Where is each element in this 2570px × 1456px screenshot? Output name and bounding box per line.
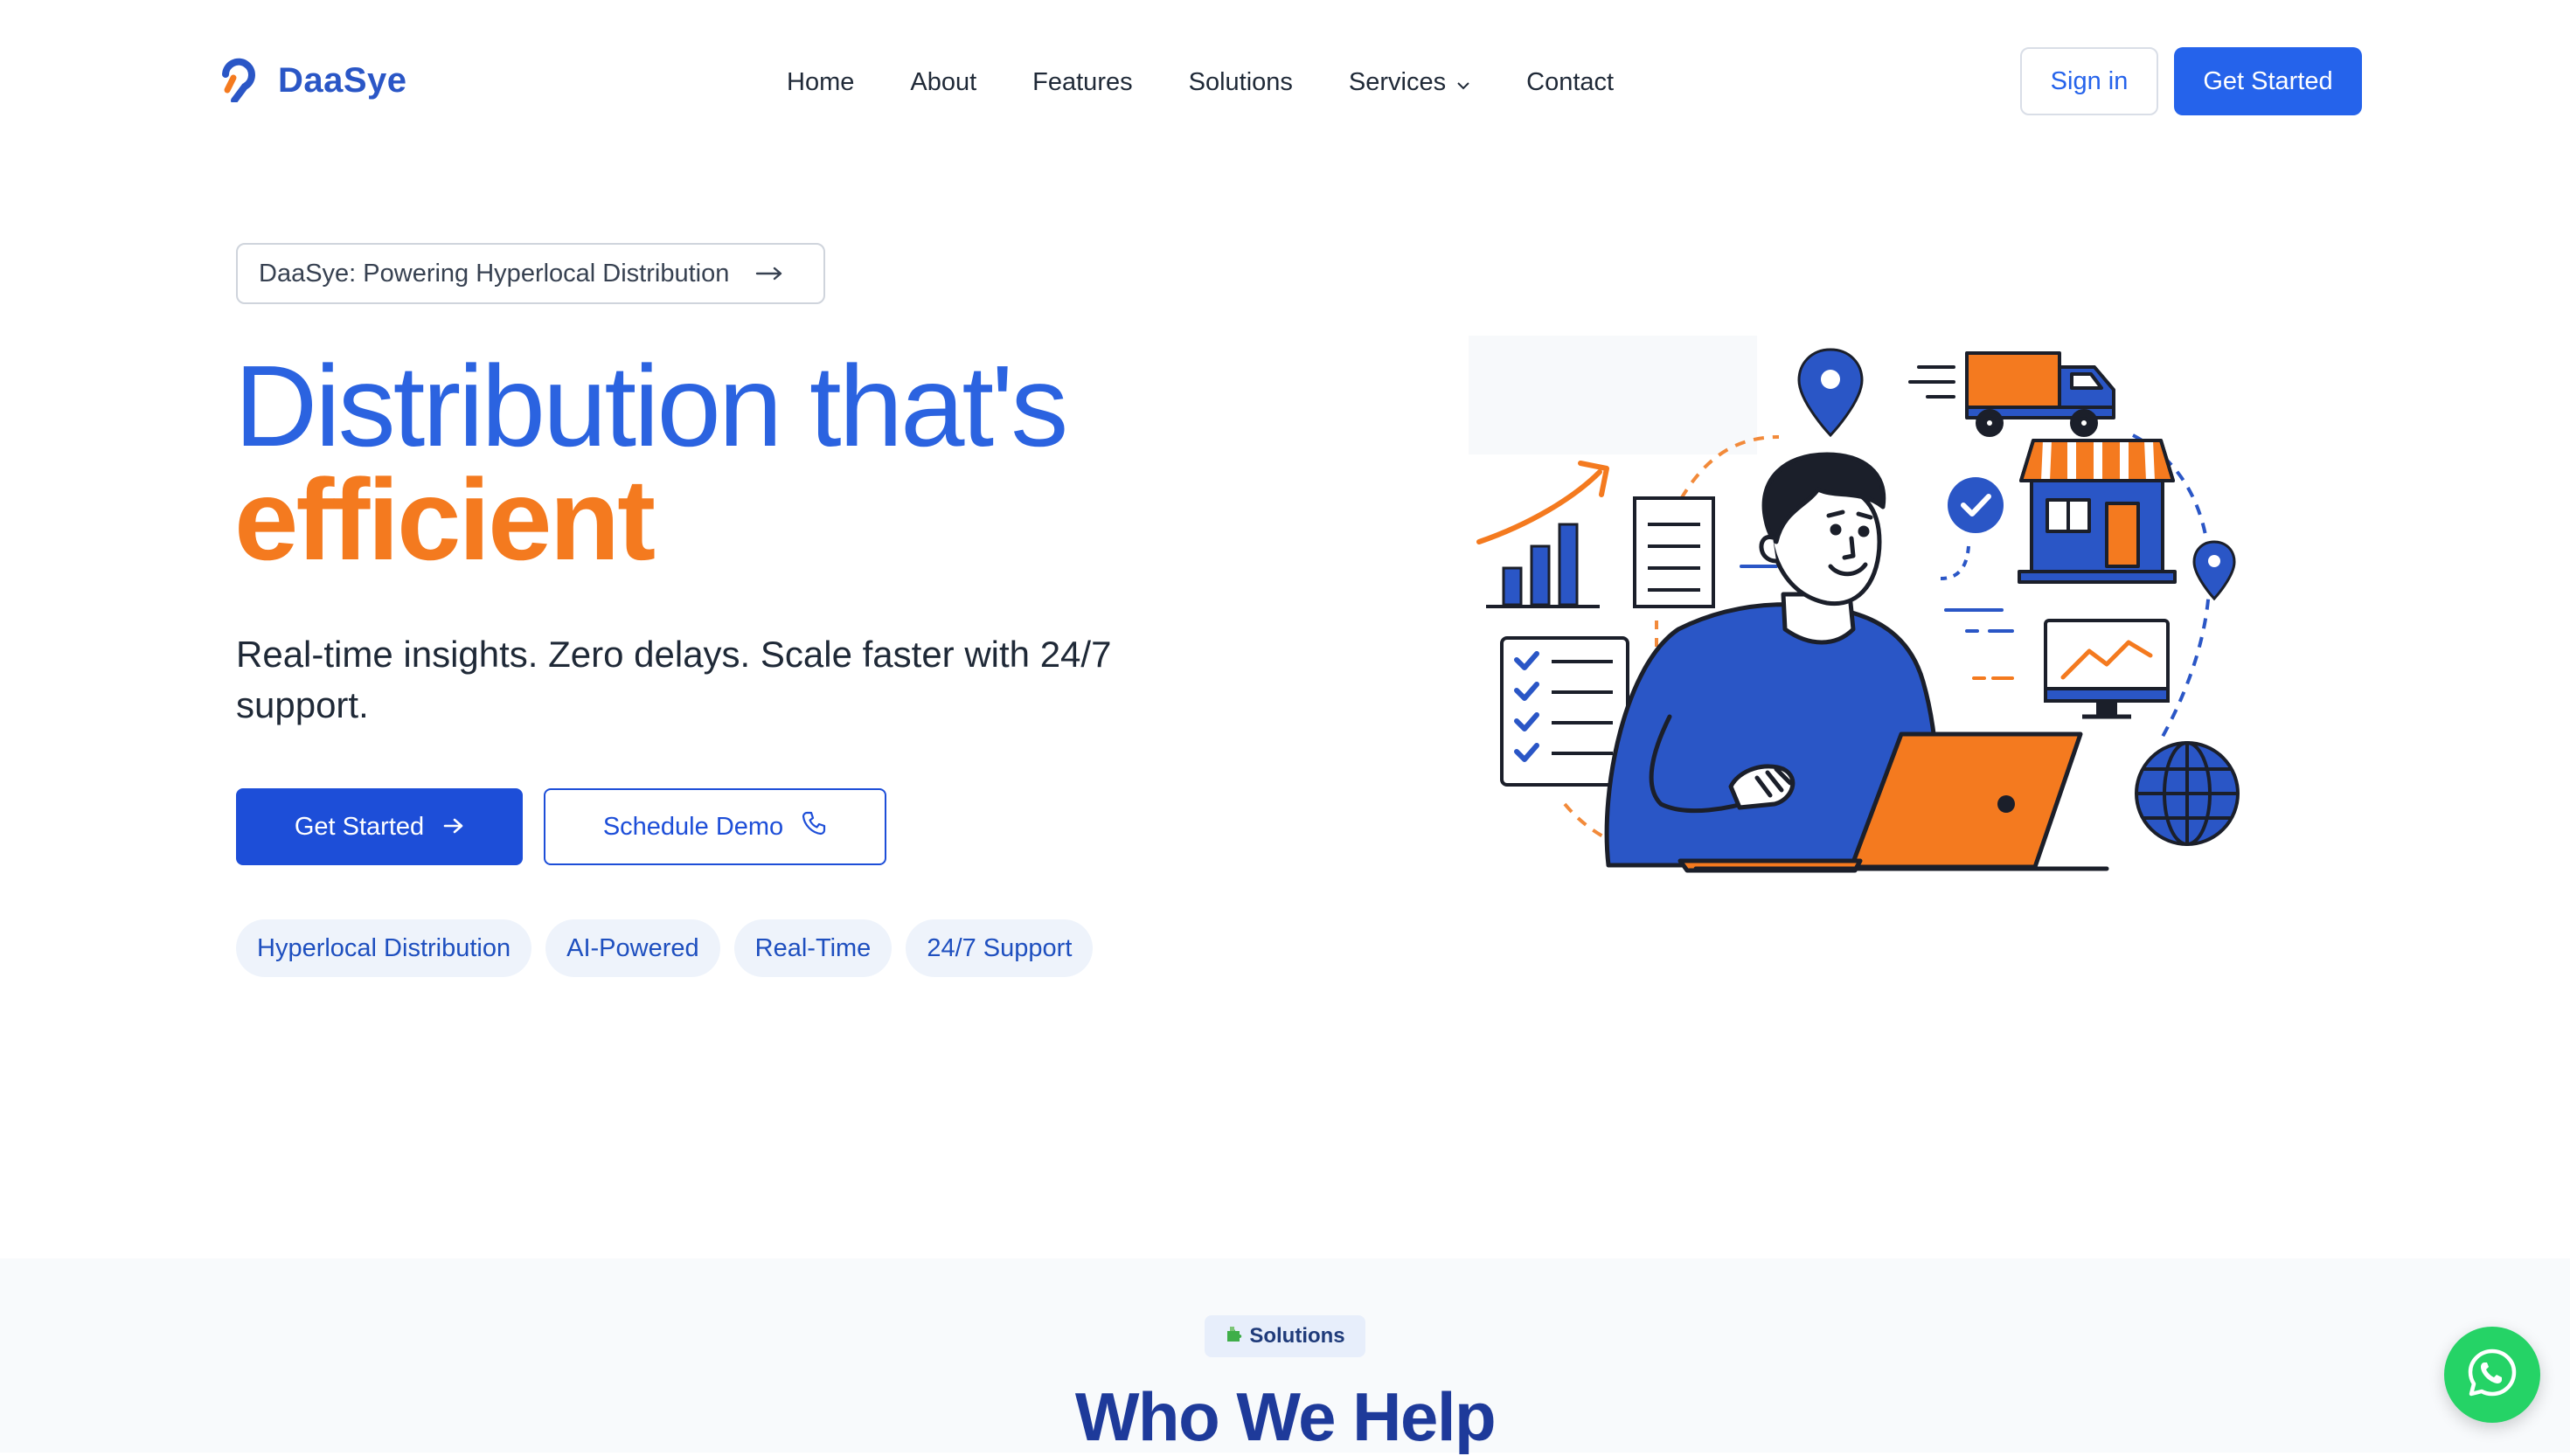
phone-icon <box>801 810 827 843</box>
schedule-demo-button[interactable]: Schedule Demo <box>544 788 886 865</box>
main-nav: Home About Features Solutions Services C… <box>787 63 1614 101</box>
hero-subtitle: Real-time insights. Zero delays. Scale f… <box>236 634 1112 725</box>
arrow-right-icon <box>443 813 464 842</box>
puzzle-icon <box>1225 1324 1244 1349</box>
hero-illustration <box>1469 332 2255 883</box>
nav-solutions[interactable]: Solutions <box>1189 68 1293 97</box>
tag-hyperlocal: Hyperlocal Distribution <box>236 919 532 977</box>
hero-title: Distribution that's efficient <box>234 349 1068 584</box>
tag-real-time: Real-Time <box>733 919 893 977</box>
tag-support: 24/7 Support <box>906 919 1094 977</box>
signin-button[interactable]: Sign in <box>2020 47 2158 115</box>
nav-services[interactable]: Services <box>1349 68 1470 97</box>
section-badge: Solutions <box>1205 1315 1365 1357</box>
hero-title-accent: efficient <box>234 455 656 584</box>
hero-tags: Hyperlocal Distribution AI-Powered Real-… <box>236 919 1094 977</box>
brand-logo[interactable]: DaaSye <box>219 54 407 107</box>
announcement-banner[interactable]: DaaSye: Powering Hyperlocal Distribution <box>236 243 825 304</box>
nav-services-label: Services <box>1348 67 1447 96</box>
whatsapp-icon <box>2465 1346 2519 1404</box>
whatsapp-button[interactable] <box>2444 1327 2540 1423</box>
announcement-text: DaaSye: Powering Hyperlocal Distribution <box>259 259 730 288</box>
tag-ai-powered: AI-Powered <box>545 919 720 977</box>
brand-name: DaaSye <box>278 60 407 100</box>
hero-get-started-button[interactable]: Get Started <box>236 788 523 865</box>
nav-home[interactable]: Home <box>787 68 854 97</box>
hero-get-started-label: Get Started <box>294 812 425 841</box>
schedule-demo-label: Schedule Demo <box>602 812 784 841</box>
hero-title-line1: Distribution that's <box>234 342 1068 470</box>
arrow-right-icon <box>755 260 783 288</box>
section-badge-label: Solutions <box>1249 1324 1345 1348</box>
nav-features[interactable]: Features <box>1032 68 1132 97</box>
logo-icon <box>219 55 255 107</box>
header-get-started-button[interactable]: Get Started <box>2174 47 2362 115</box>
nav-contact[interactable]: Contact <box>1526 68 1614 97</box>
chevron-down-icon <box>1456 68 1470 97</box>
section-title: Who We Help <box>1074 1378 1497 1455</box>
nav-about[interactable]: About <box>910 68 976 97</box>
